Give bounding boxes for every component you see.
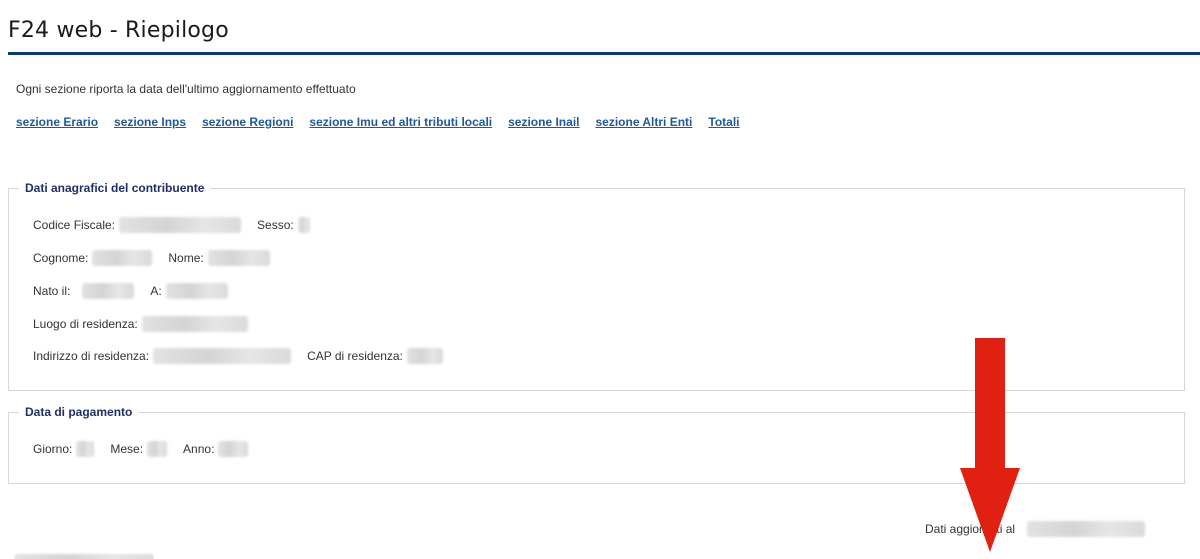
intro-text: Ogni sezione riporta la data dell'ultimo… xyxy=(16,82,356,96)
codice-fiscale-label: Codice Fiscale: xyxy=(33,218,116,232)
title-divider xyxy=(8,52,1200,55)
cap-residenza-value-redacted xyxy=(406,348,443,364)
luogo-nascita-value-redacted xyxy=(165,283,228,299)
nato-il-label: Nato il: xyxy=(33,284,71,298)
row-codice-fiscale: Codice Fiscale: Sesso: xyxy=(33,217,326,233)
indirizzo-residenza-label: Indirizzo di residenza: xyxy=(33,349,150,363)
nav-link-altri-enti[interactable]: sezione Altri Enti xyxy=(595,115,692,129)
luogo-residenza-label: Luogo di residenza: xyxy=(33,317,138,331)
indirizzo-residenza-value-redacted xyxy=(153,348,292,364)
cap-residenza-label: CAP di residenza: xyxy=(307,349,403,363)
sesso-value-redacted xyxy=(297,217,310,233)
codice-fiscale-value-redacted xyxy=(119,217,242,233)
nav-link-inail[interactable]: sezione Inail xyxy=(508,115,579,129)
page-title: F24 web - Riepilogo xyxy=(8,18,229,43)
cognome-value-redacted xyxy=(92,250,153,266)
anno-value-redacted xyxy=(218,441,249,457)
row-luogo-residenza: Luogo di residenza: xyxy=(33,316,264,332)
bottom-truncated-text-redacted xyxy=(14,554,154,559)
section-nav: sezione Erario sezione Inps sezione Regi… xyxy=(16,115,756,129)
cognome-label: Cognome: xyxy=(33,251,89,265)
anno-label: Anno: xyxy=(183,442,215,456)
nome-label: Nome: xyxy=(168,251,204,265)
nav-link-regioni[interactable]: sezione Regioni xyxy=(202,115,293,129)
data-updated-value-redacted xyxy=(1027,521,1146,537)
nome-value-redacted xyxy=(207,250,270,266)
nato-il-value-redacted xyxy=(82,283,135,299)
row-indirizzo-residenza: Indirizzo di residenza: CAP di residenza… xyxy=(33,348,459,364)
row-cognome-nome: Cognome: Nome: xyxy=(33,250,286,266)
giorno-label: Giorno: xyxy=(33,442,73,456)
nav-link-totali[interactable]: Totali xyxy=(708,115,739,129)
payment-date-legend: Data di pagamento xyxy=(19,405,139,419)
red-down-arrow-icon xyxy=(960,338,1020,552)
contributor-data-legend: Dati anagrafici del contribuente xyxy=(19,181,211,195)
bottom-truncated-text xyxy=(14,551,154,559)
row-data-pagamento: Giorno: Mese: Anno: xyxy=(33,441,264,457)
nav-link-inps[interactable]: sezione Inps xyxy=(114,115,186,129)
sesso-label: Sesso: xyxy=(257,218,294,232)
a-label: A: xyxy=(150,284,162,298)
mese-value-redacted xyxy=(147,441,168,457)
row-nascita: Nato il: A: xyxy=(33,283,244,299)
giorno-value-redacted xyxy=(76,441,95,457)
luogo-residenza-value-redacted xyxy=(141,316,248,332)
page: F24 web - Riepilogo Ogni sezione riporta… xyxy=(0,0,1200,559)
nav-link-imu[interactable]: sezione Imu ed altri tributi locali xyxy=(309,115,492,129)
nav-link-erario[interactable]: sezione Erario xyxy=(16,115,98,129)
mese-label: Mese: xyxy=(110,442,144,456)
